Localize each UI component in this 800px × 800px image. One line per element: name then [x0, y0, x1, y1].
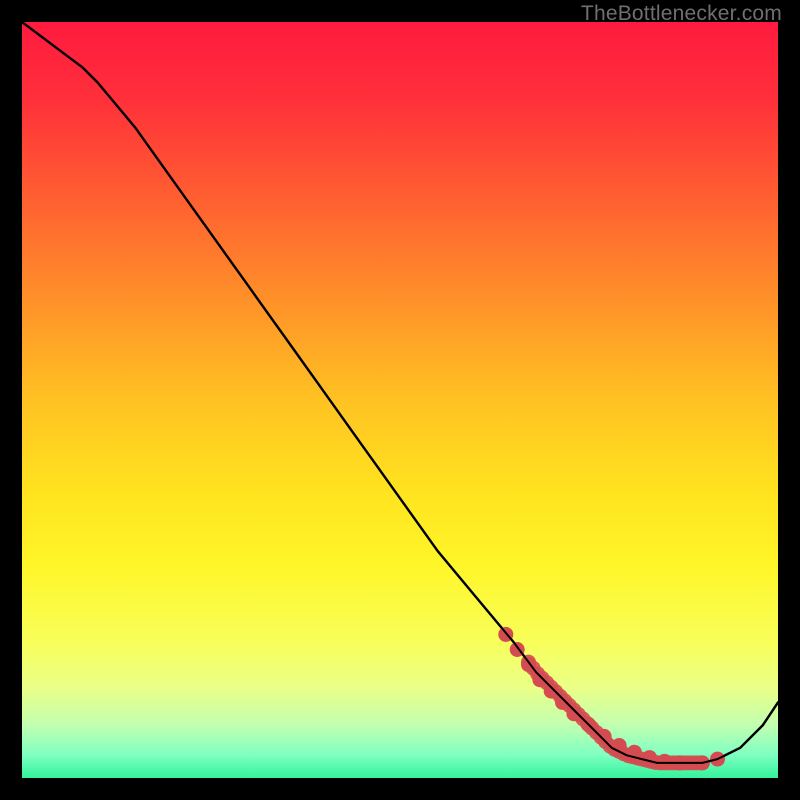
- bottleneck-curve: [22, 22, 778, 763]
- bottleneck-curve: [22, 22, 778, 763]
- chart-stage: TheBottlenecker.com: [0, 0, 800, 800]
- marker-point: [597, 729, 612, 744]
- watermark-label: TheBottlenecker.com: [581, 2, 782, 26]
- marker-point: [532, 672, 547, 687]
- marker-point: [555, 695, 570, 710]
- curve-layer: [22, 22, 778, 778]
- plot-area: [22, 22, 778, 778]
- marker-point: [566, 706, 581, 721]
- marker-cluster: [521, 655, 708, 771]
- marker-point: [657, 754, 672, 769]
- marker-point: [544, 684, 559, 699]
